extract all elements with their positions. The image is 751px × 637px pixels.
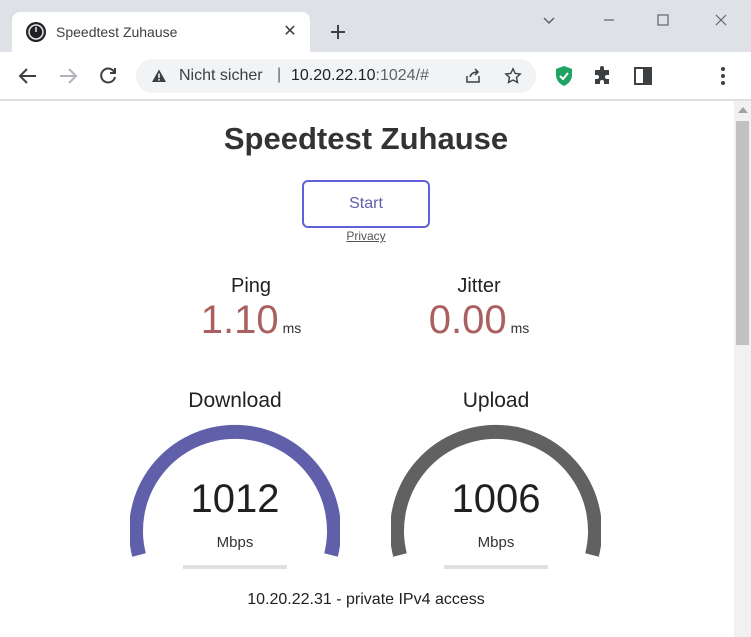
ping-value: 1.10 bbox=[200, 298, 279, 342]
minimize-icon[interactable] bbox=[594, 8, 624, 32]
vertical-scrollbar[interactable] bbox=[734, 101, 751, 637]
browser-tab[interactable]: Speedtest Zuhause ✕ bbox=[12, 12, 310, 52]
window-close-icon[interactable] bbox=[706, 8, 736, 32]
start-button[interactable]: Start bbox=[302, 180, 430, 228]
kebab-menu-icon[interactable] bbox=[711, 64, 735, 88]
ping-reading: 1.10 ms bbox=[151, 298, 351, 342]
upload-label: Upload bbox=[462, 389, 530, 412]
upload-progress-bar bbox=[444, 565, 548, 569]
scroll-up-arrow-icon[interactable] bbox=[738, 107, 748, 113]
page-title: Speedtest Zuhause bbox=[223, 121, 509, 156]
privacy-link[interactable]: Privacy bbox=[0, 229, 732, 243]
speedometer-icon bbox=[26, 22, 46, 42]
side-panel-icon[interactable] bbox=[631, 64, 655, 88]
bookmark-star-icon[interactable] bbox=[504, 67, 522, 85]
reload-icon[interactable] bbox=[96, 64, 120, 88]
ping-label: Ping bbox=[230, 275, 272, 297]
maximize-icon[interactable] bbox=[648, 8, 678, 32]
jitter-reading: 0.00 ms bbox=[379, 298, 579, 342]
puzzle-extensions-icon[interactable] bbox=[591, 64, 615, 88]
jitter-metric: Jitter 0.00 ms bbox=[379, 275, 579, 342]
upload-unit: Mbps bbox=[477, 534, 515, 551]
download-unit: Mbps bbox=[216, 534, 254, 551]
upload-value: 1006 bbox=[451, 477, 541, 521]
tab-search-chevron-down-icon[interactable] bbox=[534, 8, 564, 32]
ping-unit: ms bbox=[282, 320, 302, 336]
browser-toolbar: Nicht sicher | 10.20.22.10:1024/# bbox=[0, 52, 751, 100]
url-text[interactable]: 10.20.22.10:1024/# bbox=[291, 67, 429, 85]
new-tab-plus-icon[interactable] bbox=[326, 20, 350, 44]
jitter-unit: ms bbox=[510, 320, 530, 336]
tab-title: Speedtest Zuhause bbox=[56, 24, 178, 40]
tab-strip: Speedtest Zuhause ✕ bbox=[0, 0, 751, 52]
url-separator: | bbox=[277, 66, 282, 83]
share-icon[interactable] bbox=[464, 67, 482, 85]
page-viewport: Speedtest Zuhause Start Privacy Ping 1.1… bbox=[0, 101, 751, 637]
jitter-value: 0.00 bbox=[428, 298, 507, 342]
ip-info: 10.20.22.31 - private IPv4 access bbox=[247, 591, 485, 608]
upload-gauge: 1006 Mbps bbox=[391, 419, 611, 569]
download-progress-bar bbox=[183, 565, 287, 569]
back-arrow-icon[interactable] bbox=[16, 64, 40, 88]
shield-extension-icon[interactable] bbox=[552, 64, 576, 88]
download-value: 1012 bbox=[190, 477, 280, 521]
close-tab-icon[interactable]: ✕ bbox=[280, 22, 300, 42]
jitter-label: Jitter bbox=[457, 275, 501, 297]
download-label: Download bbox=[188, 389, 282, 412]
ping-metric: Ping 1.10 ms bbox=[151, 275, 351, 342]
url-host: 10.20.22.10 bbox=[291, 67, 376, 84]
scroll-thumb[interactable] bbox=[736, 121, 749, 345]
security-status-label[interactable]: Nicht sicher bbox=[179, 67, 263, 85]
forward-arrow-icon[interactable] bbox=[56, 64, 80, 88]
address-bar[interactable]: Nicht sicher | 10.20.22.10:1024/# bbox=[136, 59, 536, 93]
warning-triangle-icon[interactable] bbox=[151, 68, 167, 84]
download-gauge: 1012 Mbps bbox=[130, 419, 350, 569]
url-path: :1024/# bbox=[375, 67, 429, 84]
